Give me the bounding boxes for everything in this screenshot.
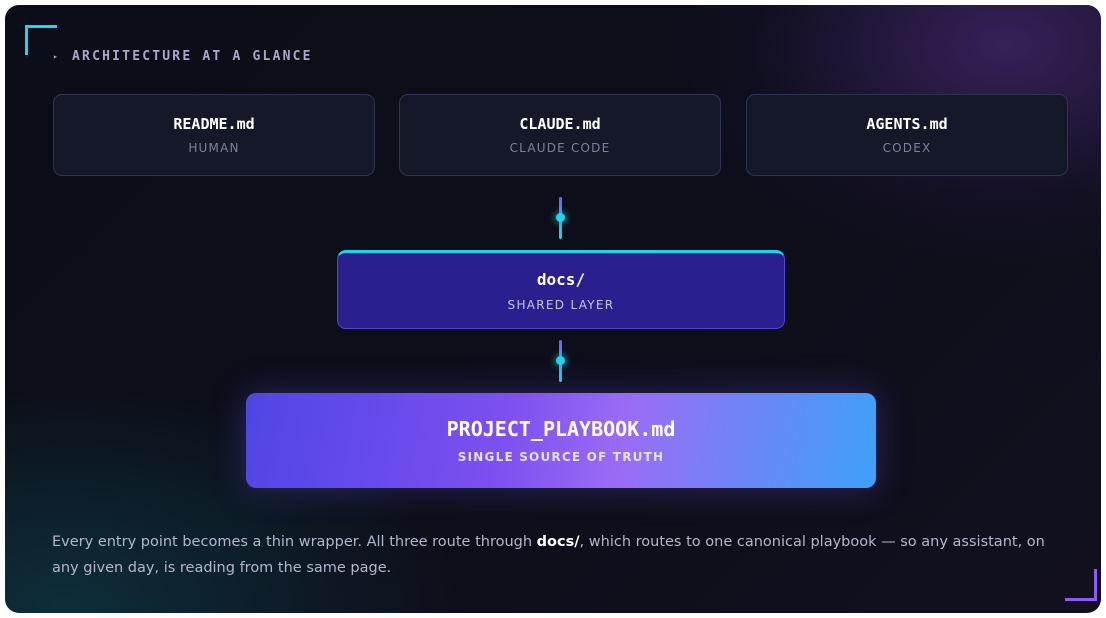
caption-highlight: docs/ xyxy=(536,533,580,550)
playbook-label: SINGLE SOURCE OF TRUTH xyxy=(457,450,665,464)
connector-dot xyxy=(556,213,565,222)
playbook-name: PROJECT_PLAYBOOK.md xyxy=(446,417,676,441)
entry-audience: HUMAN xyxy=(188,141,240,155)
section-title: ARCHITECTURE AT A GLANCE xyxy=(72,49,313,64)
section-eyebrow: ▸ ARCHITECTURE AT A GLANCE xyxy=(53,49,313,64)
entry-audience: CODEX xyxy=(882,141,932,155)
architecture-card: ▸ ARCHITECTURE AT A GLANCE README.md HUM… xyxy=(5,5,1101,613)
shared-layer-name: docs/ xyxy=(536,269,586,289)
shared-layer-node: docs/ SHARED LAYER xyxy=(337,250,785,329)
caption-text-before: Every entry point becomes a thin wrapper… xyxy=(52,533,537,550)
entry-file-name: AGENTS.md xyxy=(866,115,948,133)
entry-file-name: README.md xyxy=(173,115,255,133)
entry-claude: CLAUDE.md CLAUDE CODE xyxy=(399,94,721,176)
corner-bracket-bottom-right xyxy=(1065,569,1097,601)
entry-file-name: CLAUDE.md xyxy=(519,115,601,133)
shared-layer-label: SHARED LAYER xyxy=(507,297,615,312)
triangle-right-icon: ▸ xyxy=(53,52,61,61)
entry-agents: AGENTS.md CODEX xyxy=(746,94,1068,176)
playbook-node: PROJECT_PLAYBOOK.md SINGLE SOURCE OF TRU… xyxy=(246,393,876,488)
connector-dot xyxy=(556,356,565,365)
entry-audience: CLAUDE CODE xyxy=(509,141,611,155)
entry-readme: README.md HUMAN xyxy=(53,94,375,176)
diagram-caption: Every entry point becomes a thin wrapper… xyxy=(52,529,1052,581)
